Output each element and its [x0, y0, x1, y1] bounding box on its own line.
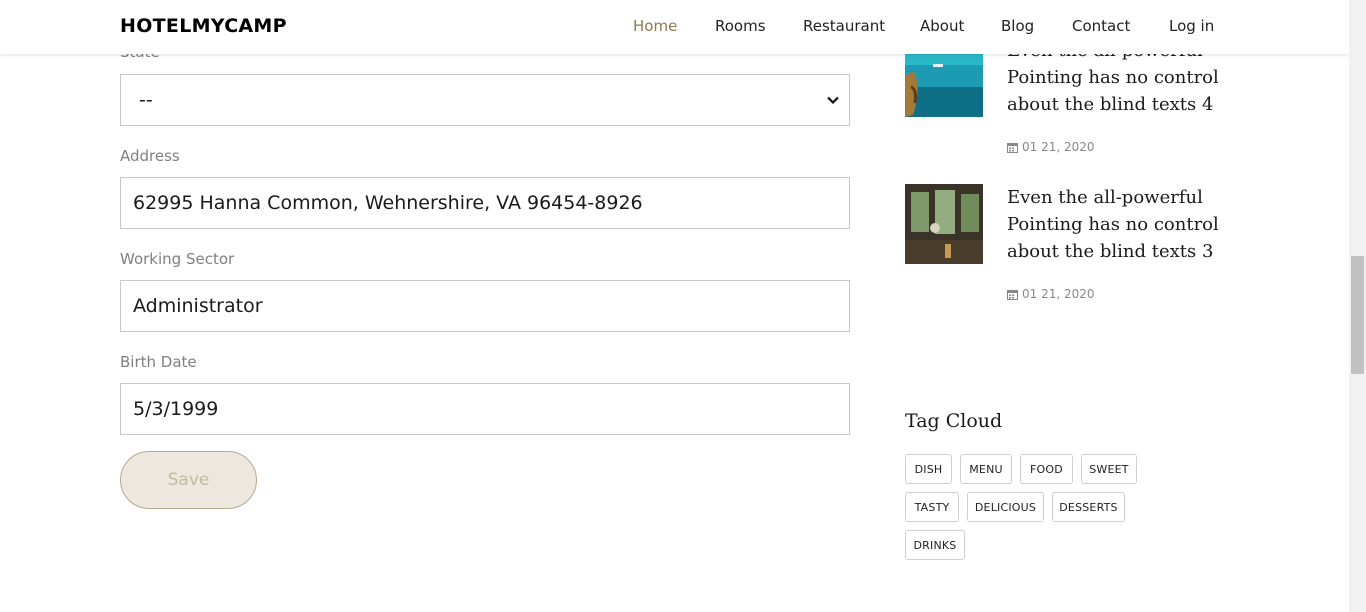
post-thumbnail-room[interactable]: [905, 184, 983, 264]
post-title[interactable]: Even the all-powerful Pointing has no co…: [1007, 184, 1227, 265]
working-sector-label: Working Sector: [120, 250, 235, 268]
post-date: 01 21, 2020: [1007, 287, 1095, 301]
calendar-icon: [1007, 142, 1018, 153]
state-select-value: --: [139, 89, 153, 111]
post-date-text: 01 21, 2020: [1022, 287, 1095, 301]
tag-delicious[interactable]: DELICIOUS: [967, 492, 1044, 522]
tag-dish[interactable]: DISH: [905, 454, 952, 484]
tag-cloud-heading: Tag Cloud: [905, 410, 1003, 432]
scrollbar-thumb[interactable]: [1351, 256, 1364, 374]
tag-menu[interactable]: MENU: [960, 454, 1012, 484]
state-select[interactable]: --: [120, 74, 850, 126]
birth-date-label: Birth Date: [120, 353, 197, 371]
address-field[interactable]: 62995 Hanna Common, Wehnershire, VA 9645…: [120, 177, 850, 229]
birth-date-field[interactable]: 5/3/1999: [120, 383, 850, 435]
working-sector-field[interactable]: Administrator: [120, 280, 850, 332]
calendar-icon: [1007, 289, 1018, 300]
nav-home[interactable]: Home: [633, 17, 677, 35]
post-date-text: 01 21, 2020: [1022, 140, 1095, 154]
nav-login[interactable]: Log in: [1169, 17, 1214, 35]
tag-food[interactable]: FOOD: [1020, 454, 1073, 484]
nav-about[interactable]: About: [920, 17, 964, 35]
nav-blog[interactable]: Blog: [1001, 17, 1034, 35]
site-header: HOTELMYCAMP Home Rooms Restaurant About …: [0, 0, 1349, 54]
nav-rooms[interactable]: Rooms: [715, 17, 766, 35]
save-button[interactable]: Save: [120, 451, 257, 509]
tag-sweet[interactable]: SWEET: [1081, 454, 1137, 484]
tag-desserts[interactable]: DESSERTS: [1052, 492, 1125, 522]
address-label: Address: [120, 147, 180, 165]
nav-contact[interactable]: Contact: [1072, 17, 1130, 35]
chevron-down-icon: [827, 96, 839, 105]
tag-tasty[interactable]: TASTY: [905, 492, 959, 522]
tag-drinks[interactable]: DRINKS: [905, 530, 965, 560]
nav-restaurant[interactable]: Restaurant: [803, 17, 885, 35]
post-date: 01 21, 2020: [1007, 140, 1095, 154]
page: State -- Address 62995 Hanna Common, Weh…: [0, 0, 1349, 612]
site-logo[interactable]: HOTELMYCAMP: [120, 15, 287, 37]
